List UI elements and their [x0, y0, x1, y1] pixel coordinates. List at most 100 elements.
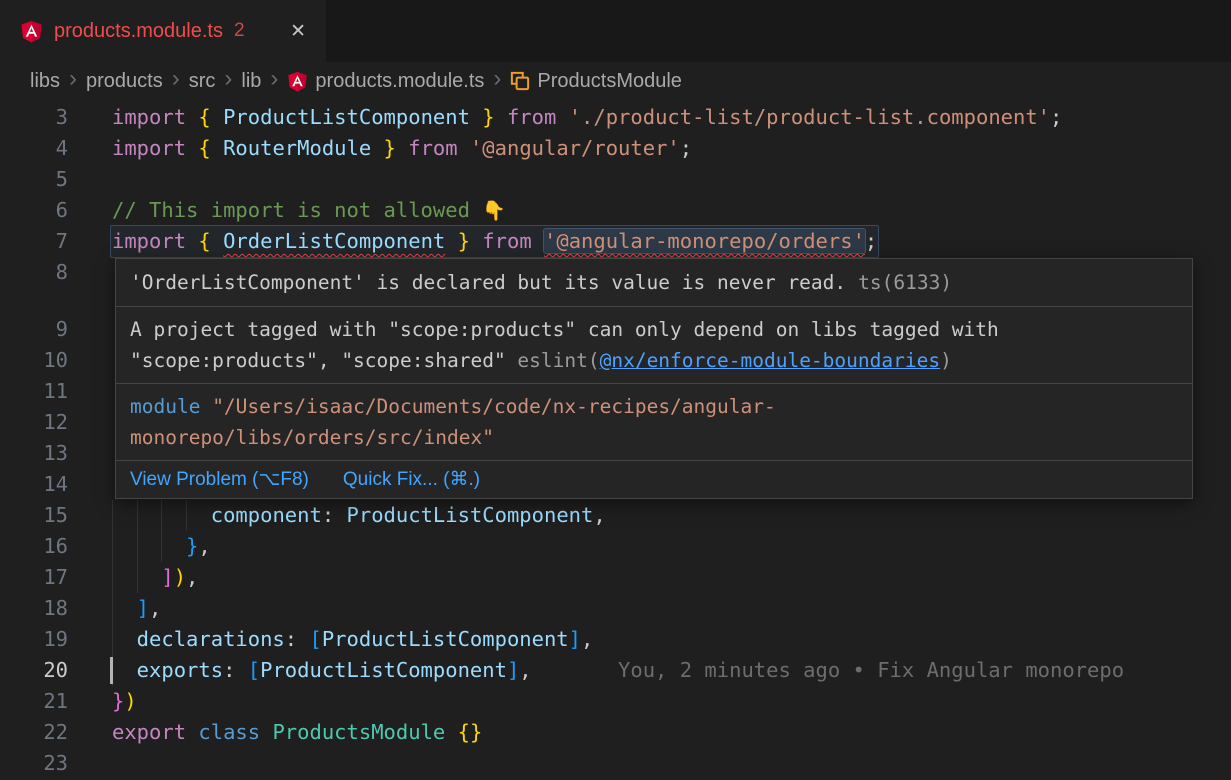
line-content: component: ProductListComponent,: [112, 500, 1231, 531]
token: :: [322, 503, 347, 527]
breadcrumb-item-products-module-ts[interactable]: products.module.ts: [287, 70, 484, 93]
breadcrumb-item-lib[interactable]: lib: [241, 70, 261, 93]
breadcrumb-label: libs: [30, 70, 60, 93]
token: {: [198, 229, 223, 253]
code-line-20[interactable]: 20exports: [ProductListComponent],You, 2…: [0, 655, 1231, 686]
token: ]: [569, 627, 581, 651]
chevron-right-icon: ›: [493, 67, 501, 91]
code-line-3[interactable]: 3import { ProductListComponent } from '.…: [0, 102, 1231, 133]
token: from: [482, 229, 544, 253]
token: ]: [161, 565, 173, 589]
line-number: 12: [0, 407, 68, 438]
code-line-21[interactable]: 21}): [0, 686, 1231, 717]
chevron-right-icon: ›: [69, 67, 77, 91]
line-number: 15: [0, 500, 68, 531]
breadcrumb-item-libs[interactable]: libs: [30, 70, 60, 93]
token: ): [174, 565, 186, 589]
token: ProductListComponent: [223, 105, 470, 129]
indent-guide: [137, 500, 138, 531]
ts-diagnostic-code: ts(6133): [858, 271, 952, 294]
breadcrumb-label: ProductsModule: [537, 70, 682, 93]
code-line-23[interactable]: 23: [0, 748, 1231, 779]
line-content: [112, 164, 1231, 195]
token: ProductListComponent: [347, 503, 594, 527]
line-number: 22: [0, 717, 68, 748]
eslint-diagnostic: A project tagged with "scope:products" c…: [116, 307, 1192, 384]
token: ProductListComponent: [322, 627, 569, 651]
line-number: 21: [0, 686, 68, 717]
code-line-18[interactable]: 18],: [0, 593, 1231, 624]
code-line-15[interactable]: 15 component: ProductListComponent,: [0, 500, 1231, 531]
line-number: 14: [0, 469, 68, 500]
line-number: 10: [0, 345, 68, 376]
token: }: [384, 136, 409, 160]
tab-products-module-ts[interactable]: products.module.ts 2 ✕: [0, 0, 326, 62]
eslint-diagnostic-line2: "scope:products", "scope:shared" eslint(…: [130, 345, 1178, 376]
chevron-right-icon: ›: [224, 67, 232, 91]
git-blame-annotation: You, 2 minutes ago • Fix Angular monorep…: [618, 658, 1124, 682]
indent-guide: [161, 531, 162, 562]
chevron-right-icon: ›: [270, 67, 278, 91]
token: {: [198, 105, 223, 129]
line-content: import { ProductListComponent } from './…: [112, 102, 1231, 133]
line-content: ],: [112, 593, 1231, 624]
breadcrumb-label: products: [86, 70, 163, 93]
code-line-4[interactable]: 4import { RouterModule } from '@angular/…: [0, 133, 1231, 164]
quick-fix-action[interactable]: Quick Fix... (⌘.): [343, 464, 480, 495]
module-keyword: module: [130, 395, 200, 418]
token: }: [112, 689, 124, 713]
chevron-right-icon: ›: [172, 67, 180, 91]
line-content: // This import is not allowed 👇: [112, 195, 1231, 226]
token: from: [507, 105, 569, 129]
line-content: [112, 748, 1231, 779]
code-line-19[interactable]: 19declarations: [ProductListComponent],: [0, 624, 1231, 655]
indent-guide: [112, 531, 113, 562]
code-line-17[interactable]: 17]),: [0, 562, 1231, 593]
token: ): [124, 689, 136, 713]
token: ProductListComponent: [260, 658, 507, 682]
line-number: 19: [0, 624, 68, 655]
token: ,: [186, 565, 198, 589]
line-number: 5: [0, 164, 68, 195]
token: './product-list/product-list.component': [569, 105, 1050, 129]
token: import: [112, 105, 198, 129]
line-content: import { RouterModule } from '@angular/r…: [112, 133, 1231, 164]
breadcrumb-label: src: [189, 70, 216, 93]
eslint-diagnostic-line1: A project tagged with "scope:products" c…: [130, 314, 1178, 345]
token: [445, 720, 457, 744]
line-content: },: [112, 531, 1231, 562]
close-icon[interactable]: ✕: [286, 18, 310, 45]
code-line-6[interactable]: 6// This import is not allowed 👇: [0, 195, 1231, 226]
ts-diagnostic-message: 'OrderListComponent' is declared but its…: [130, 271, 846, 294]
line-number: 17: [0, 562, 68, 593]
line-number: 16: [0, 531, 68, 562]
token: ,: [198, 534, 210, 558]
token: RouterModule: [223, 136, 371, 160]
hover-popup: 'OrderListComponent' is declared but its…: [115, 258, 1193, 499]
tab-bar: products.module.ts 2 ✕: [0, 0, 1231, 62]
token: {}: [458, 720, 483, 744]
token: {: [198, 136, 223, 160]
breadcrumb-item-src[interactable]: src: [189, 70, 216, 93]
line-number: 23: [0, 748, 68, 779]
eslint-rule-link[interactable]: @nx/enforce-module-boundaries: [600, 349, 940, 372]
token: }: [482, 105, 507, 129]
token: }: [186, 534, 198, 558]
breadcrumb-item-productsmodule[interactable]: ProductsModule: [510, 70, 682, 93]
line-number: 13: [0, 438, 68, 469]
token: // This import is not allowed: [112, 198, 482, 222]
indent-guide: [186, 500, 187, 531]
code-line-7[interactable]: 7import { OrderListComponent } from '@an…: [0, 226, 1231, 257]
code-line-16[interactable]: 16},: [0, 531, 1231, 562]
token: import: [112, 229, 198, 253]
line-number: 8: [0, 257, 68, 288]
view-problem-action[interactable]: View Problem (⌥F8): [130, 464, 309, 495]
code-line-5[interactable]: 5: [0, 164, 1231, 195]
token: ,: [519, 658, 531, 682]
token: ;: [1050, 105, 1062, 129]
breadcrumb-item-products[interactable]: products: [86, 70, 163, 93]
line-number: 11: [0, 376, 68, 407]
token: exports: [137, 658, 223, 682]
tab-label: products.module.ts: [54, 20, 223, 43]
code-line-22[interactable]: 22export class ProductsModule {}: [0, 717, 1231, 748]
